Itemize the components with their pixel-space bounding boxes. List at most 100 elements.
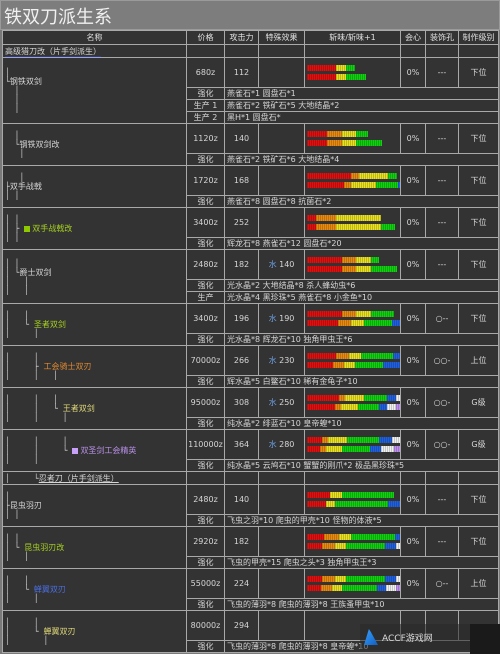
weapon-name-cell[interactable]: │ ├昆虫羽刃 │ │ (2, 484, 187, 527)
weapon-row[interactable]: │ │ │ └爵士双剑 │ │ │ │ 2480z 182 水 140 0% --- 下位 (2, 249, 499, 304)
weapon-row[interactable]: │ │ │ │ │ └ 王者双剑 │ │ │ 95000z 308 水 250 0% ○○- G… (2, 387, 499, 430)
watermark-logo-icon (364, 629, 378, 645)
weapon-name-line: │ └ 蝉翼双刃 (5, 585, 186, 594)
weapon-name[interactable]: 蝉翼双刃 (34, 585, 66, 594)
sharpness-segment-red (307, 576, 323, 582)
sharpness-cell (304, 249, 401, 280)
weapon-name-cell[interactable]: │ │ │ │ │ └ 双圣剑工会精英 │ │ (2, 429, 187, 472)
sharpness-segment-grn (347, 437, 379, 443)
weapon-row[interactable]: │ └钢铁双剑改 │ 1120z 140 0% --- 下位 (2, 123, 499, 166)
tree-lines: │ (5, 131, 20, 140)
tree-lines: │ │ (5, 258, 20, 268)
weapon-name[interactable]: 昆虫羽刃 (10, 501, 42, 510)
element-value: 250 (279, 398, 295, 407)
slots: --- (425, 526, 459, 557)
section-header-link[interactable]: 高级猎刀改（片手剑派生） (5, 46, 101, 57)
weapon-tree-table: 名称 价格 攻击力 特殊效果 斩味/斩味+1 会心 装饰孔 制作级别 高级猎刀改… (2, 30, 499, 653)
tree-lines: │ (5, 104, 20, 113)
weapon-name-cell[interactable]: │ │ │ └爵士双剑 │ │ │ │ (2, 249, 187, 304)
weapon-name[interactable]: 爵士双剑 (19, 268, 51, 277)
sharpness-segment-org (350, 173, 360, 179)
sharpness-segment-red (307, 543, 323, 549)
subsection-header[interactable]: │ └忍者刀（片手剑派生） (2, 471, 187, 485)
weapon-name-cell[interactable]: │ └钢铁双剑 │ │ │ (2, 57, 187, 124)
material-type: 强化 (186, 237, 225, 250)
weapon-name[interactable]: 双圣剑工会精英 (80, 446, 136, 455)
weapon-row[interactable]: │ │ │ │ │ └ 双圣剑工会精英 │ │ 110000z 364 水 280 0% ○○… (2, 429, 499, 472)
sharpness-segment-yel (359, 173, 389, 179)
weapon-row[interactable]: │ │ │ └ 昆虫羽刃改 │ │ 2920z 182 0% --- 下位 (2, 526, 499, 569)
material-type: 强化 (186, 375, 225, 388)
tree-lines: │ │ │ (5, 395, 58, 404)
weapon-row[interactable]: │ │ │ └ 圣者双剑 │ │ 3400z 196 水 190 0% ○-- 下位 (2, 303, 499, 346)
weapon-name-cell[interactable]: │ │ │ ├ 双手战戟改 │ │ (2, 207, 187, 250)
sharpness-cell (304, 57, 401, 88)
sharpness-segment-red (307, 437, 322, 443)
weapon-name-cell[interactable]: │ └钢铁双剑改 │ (2, 123, 187, 166)
col-price: 价格 (186, 30, 225, 45)
sharpness-segment-yel (348, 353, 361, 359)
weapon-name[interactable]: 昆虫羽刃改 (24, 543, 64, 552)
weapon-name[interactable]: 钢铁双剑改 (19, 140, 59, 149)
sharpness-plus1-bar (307, 320, 400, 326)
sharpness-segment-grn (370, 266, 397, 272)
weapon-name[interactable]: 双手战戟 (10, 182, 42, 191)
weapon-name-cell[interactable]: │ │ │ └ 昆虫羽刃改 │ │ (2, 526, 187, 569)
material-list: 飞虫之羽*10 爬虫的甲壳*10 怪物的体液*5 (224, 514, 499, 527)
weapon-row[interactable]: │ │ │ ├ 双手战戟改 │ │ 3400z 252 0% --- 下位 (2, 207, 499, 250)
section-header[interactable]: 高级猎刀改（片手剑派生） (2, 44, 187, 58)
weapon-name[interactable]: 王者双剑 (63, 404, 95, 413)
special-effect (258, 526, 305, 557)
weapon-name[interactable]: 双手战戟改 (32, 224, 72, 233)
sharpness-plus1-bar (307, 446, 400, 452)
tree-lines: │ │ (5, 576, 30, 585)
weapon-name-cell[interactable]: │ │ │ │ │ └ 王者双剑 │ │ │ (2, 387, 187, 430)
affinity: 0% (400, 165, 426, 196)
sharpness-segment-grn (375, 182, 398, 188)
special-effect (258, 123, 305, 154)
weapon-name-cell[interactable]: │ ├双手战戟 │ │ (2, 165, 187, 208)
weapon-row[interactable]: │ └钢铁双剑 │ │ │ 680z 112 0% --- 下位 (2, 57, 499, 124)
attack: 364 (224, 429, 259, 460)
attack: 112 (224, 57, 259, 88)
weapon-row[interactable]: │ │ │ └ 蝉翼双刃 │ │ 55000z 224 0% ○-- 上位 (2, 568, 499, 611)
weapon-name[interactable]: 蝉翼双刃 (44, 627, 76, 636)
weapon-name-cell[interactable]: │ │ │ └ 圣者双剑 │ │ (2, 303, 187, 346)
weapon-name[interactable]: 钢铁双剑 (10, 77, 42, 86)
weapon-name-line: │ └ 蝉翼双刃 (5, 627, 186, 636)
weapon-name[interactable]: 圣者双剑 (34, 320, 66, 329)
sharpness-segment-blu (382, 362, 400, 368)
tree-lines: │ │ (5, 552, 30, 561)
weapon-name[interactable]: 工会骑士双刃 (44, 362, 92, 371)
sharpness-segment-grn (380, 224, 396, 230)
weapon-row[interactable]: │ │ │ ├ 工会骑士双刃 │ │ │ 70000z 266 水 230 0% ○○- 上位 (2, 345, 499, 388)
sharpness-segment-yel (335, 224, 381, 230)
special-effect: 水 190 (258, 303, 305, 334)
sharpness-segment-org (341, 257, 357, 263)
col-affinity: 会心 (400, 30, 426, 45)
empty-cell (258, 44, 305, 58)
sharpness-segment-red (307, 534, 325, 540)
weapon-name-cell[interactable]: │ │ │ ├ 工会骑士双刃 │ │ │ (2, 345, 187, 388)
weapon-name-cell[interactable]: │ │ │ └ 蝉翼双刃 │ │ (2, 568, 187, 611)
weapon-name-cell[interactable]: │ │ │ └ 蝉翼双刃 │ │ (2, 610, 187, 653)
sharpness-segment-yel (351, 182, 376, 188)
sharpness-segment-yel (341, 140, 357, 146)
slots: ○-- (425, 303, 459, 334)
element-value: 230 (279, 356, 295, 365)
craft-rank: 下位 (458, 165, 499, 196)
material-list: 光水晶*8 辉龙石*10 独角甲虫王*6 (224, 333, 499, 346)
weapon-name-line: │ └爵士双剑 (5, 268, 186, 277)
sharpness-cell (304, 165, 401, 196)
sharpness-segment-yel (335, 543, 346, 549)
attack: 308 (224, 387, 259, 418)
col-sharpness: 斩味/斩味+1 (304, 30, 401, 45)
weapon-name-line: ├双手战戟 (5, 182, 186, 191)
weapon-row[interactable]: │ ├昆虫羽刃 │ │ 2480z 140 0% --- 下位 (2, 484, 499, 527)
empty-cell (458, 44, 499, 58)
subsection-header-link[interactable]: 忍者刀（片手剑派生） (39, 474, 119, 483)
weapon-row[interactable]: │ ├双手战戟 │ │ 1720z 168 0% --- 下位 (2, 165, 499, 208)
col-name: 名称 (2, 30, 187, 45)
tree-branch: │ └ (5, 585, 34, 594)
affinity: 0% (400, 249, 426, 280)
